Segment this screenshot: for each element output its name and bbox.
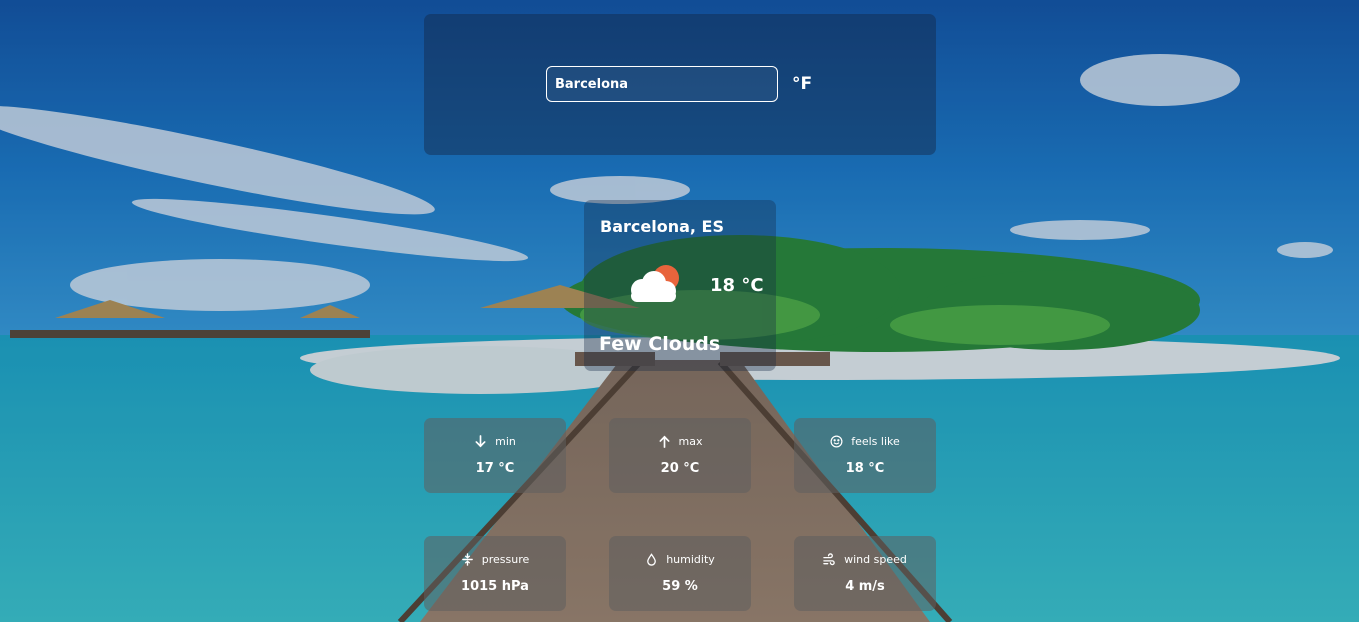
current-weather-panel: Barcelona, ES 18 °C Few Clouds — [584, 200, 776, 371]
min-temp-label: min — [495, 434, 516, 448]
humidity-value: 59 % — [662, 579, 698, 594]
min-temp-value: 17 °C — [475, 461, 515, 476]
arrow-down-icon — [475, 434, 486, 447]
wind-speed-value: 4 m/s — [845, 579, 885, 594]
unit-toggle-button[interactable]: °F — [788, 74, 816, 94]
humidity-card: humidity 59 % — [609, 536, 751, 611]
max-temp-card: max 20 °C — [609, 418, 751, 493]
feels-like-label: feels like — [851, 434, 900, 448]
search-panel: °F — [424, 14, 936, 155]
wind-speed-label: wind speed — [844, 552, 907, 566]
wind-speed-card: wind speed 4 m/s — [794, 536, 936, 611]
droplet-icon — [647, 552, 657, 566]
city-search-input[interactable] — [546, 66, 778, 102]
min-temp-card: min 17 °C — [424, 418, 566, 493]
pressure-icon — [461, 552, 473, 566]
arrow-up-icon — [659, 435, 670, 448]
feels-like-value: 18 °C — [845, 461, 885, 476]
max-temp-label: max — [678, 434, 703, 448]
pressure-card: pressure 1015 hPa — [424, 536, 566, 611]
current-temperature: 18 °C — [710, 275, 764, 296]
pressure-value: 1015 hPa — [461, 579, 529, 594]
max-temp-value: 20 °C — [660, 461, 700, 476]
pressure-label: pressure — [481, 552, 530, 566]
location-label: Barcelona, ES — [600, 217, 724, 236]
weather-description: Few Clouds — [599, 333, 721, 355]
few-clouds-icon — [631, 265, 679, 302]
smiley-icon — [830, 435, 843, 447]
humidity-label: humidity — [666, 552, 715, 566]
feels-like-card: feels like 18 °C — [794, 418, 936, 493]
wind-icon — [823, 552, 835, 565]
